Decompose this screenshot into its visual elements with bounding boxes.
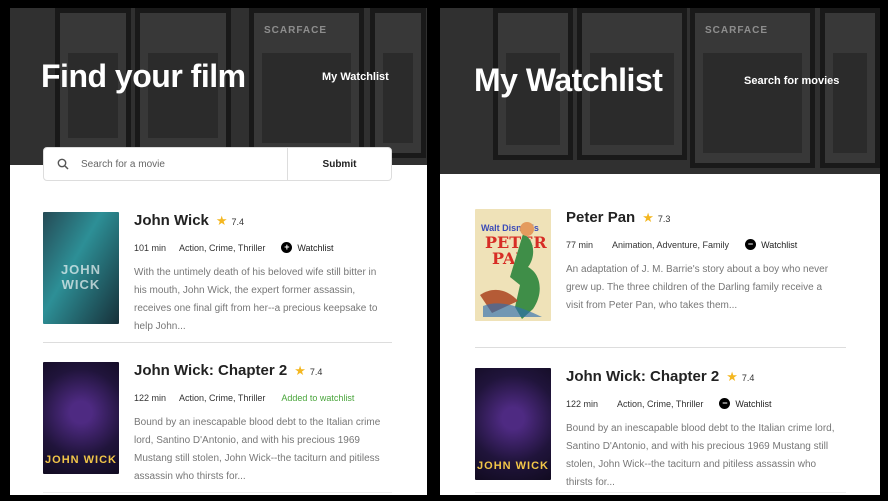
minus-icon: − — [719, 398, 731, 409]
movie-title: John Wick: Chapter 2 — [566, 368, 720, 385]
movie-rating: 7.3 — [657, 214, 671, 224]
movie-runtime: 101 min — [134, 242, 167, 253]
hero-banner: SCARFACE Find your film My Watchlist — [10, 8, 427, 165]
search-for-movies-link[interactable]: Search for movies — [744, 75, 839, 87]
poster-title-text: JOHN WICK — [45, 454, 117, 466]
search-input[interactable] — [81, 158, 271, 170]
movie-runtime: 77 min — [566, 239, 594, 250]
movie-search-form: Submit — [43, 147, 392, 181]
minus-icon: − — [745, 239, 757, 250]
hero-banner: SCARFACE My Watchlist Search for movies — [440, 8, 880, 174]
movie-info: John Wick: Chapter 2 ★ 7.4 122 min Actio… — [134, 362, 394, 486]
page-title: My Watchlist — [474, 62, 663, 98]
movie-title: John Wick — [134, 212, 209, 229]
star-icon: ★ — [215, 213, 228, 228]
add-to-watchlist-button[interactable]: + Watchlist — [281, 242, 334, 253]
search-page-panel: SCARFACE Find your film My Watchlist Sub… — [10, 8, 427, 495]
search-field[interactable] — [44, 148, 287, 180]
watchlist-page-panel: SCARFACE My Watchlist Search for movies … — [440, 8, 880, 495]
my-watchlist-link[interactable]: My Watchlist — [322, 71, 389, 83]
movie-divider — [475, 492, 846, 493]
movie-info: John Wick ★ 7.4 101 min Action, Crime, T… — [134, 212, 394, 336]
movie-rating: 7.4 — [741, 373, 755, 383]
peter-pan-poster: Walt Disney's PETER PAN — [475, 209, 551, 321]
remove-from-watchlist-button[interactable]: − Watchlist — [745, 239, 797, 250]
movie-title: Peter Pan — [566, 209, 636, 226]
movie-genres: Action, Crime, Thriller — [179, 392, 266, 403]
movie-runtime: 122 min — [134, 392, 167, 403]
movie-rating: 7.4 — [309, 367, 323, 377]
movie-divider — [475, 347, 846, 348]
john-wick-chapter-2-poster: JOHN WICK — [475, 368, 551, 480]
movie-description: Bound by an inescapable blood debt to th… — [566, 423, 835, 488]
poster-title-text: JOHN WICK — [60, 262, 102, 292]
john-wick-poster: JOHN WICK — [43, 212, 119, 324]
watchlist-button-label: Watchlist — [297, 242, 334, 253]
star-icon: ★ — [642, 210, 654, 225]
movie-divider — [43, 342, 392, 343]
screenshot-stage: SCARFACE Find your film My Watchlist Sub… — [0, 0, 888, 501]
movie-info: Peter Pan ★ 7.3 77 min Animation, Advent… — [566, 209, 841, 321]
movie-description: With the untimely death of his beloved w… — [134, 267, 378, 332]
submit-button[interactable]: Submit — [287, 148, 391, 180]
search-icon — [57, 158, 69, 170]
movie-description: An adaptation of J. M. Barrie's story ab… — [566, 264, 829, 311]
movie-card: JOHN WICK John Wick ★ 7.4 101 min Action… — [43, 212, 394, 336]
john-wick-chapter-2-poster: JOHN WICK — [43, 362, 119, 474]
page-title: Find your film — [41, 58, 246, 94]
watchlist-button-label: Watchlist — [735, 398, 772, 409]
remove-from-watchlist-button[interactable]: − Watchlist — [719, 398, 772, 409]
added-to-watchlist-status: Added to watchlist — [281, 392, 355, 403]
movie-genres: Animation, Adventure, Family — [612, 239, 730, 250]
movie-info: John Wick: Chapter 2 ★ 7.4 122 min Actio… — [566, 368, 841, 492]
movie-card: Walt Disney's PETER PAN Peter Pan ★ 7.3 … — [475, 209, 841, 321]
movie-genres: Action, Crime, Thriller — [617, 398, 704, 409]
movie-card: JOHN WICK John Wick: Chapter 2 ★ 7.4 122… — [475, 368, 841, 492]
movie-divider — [43, 492, 392, 493]
movie-runtime: 122 min — [566, 398, 599, 409]
movie-title: John Wick: Chapter 2 — [134, 362, 288, 379]
peter-pan-illustration — [480, 222, 542, 319]
movie-card: JOHN WICK John Wick: Chapter 2 ★ 7.4 122… — [43, 362, 394, 486]
movie-genres: Action, Crime, Thriller — [179, 242, 266, 253]
star-icon: ★ — [726, 369, 738, 384]
movie-description: Bound by an inescapable blood debt to th… — [134, 417, 381, 482]
poster-title-text: JOHN WICK — [477, 460, 549, 472]
movie-rating: 7.4 — [231, 217, 245, 227]
watchlist-button-label: Watchlist — [761, 239, 798, 250]
plus-icon: + — [281, 242, 293, 253]
star-icon: ★ — [294, 363, 306, 378]
